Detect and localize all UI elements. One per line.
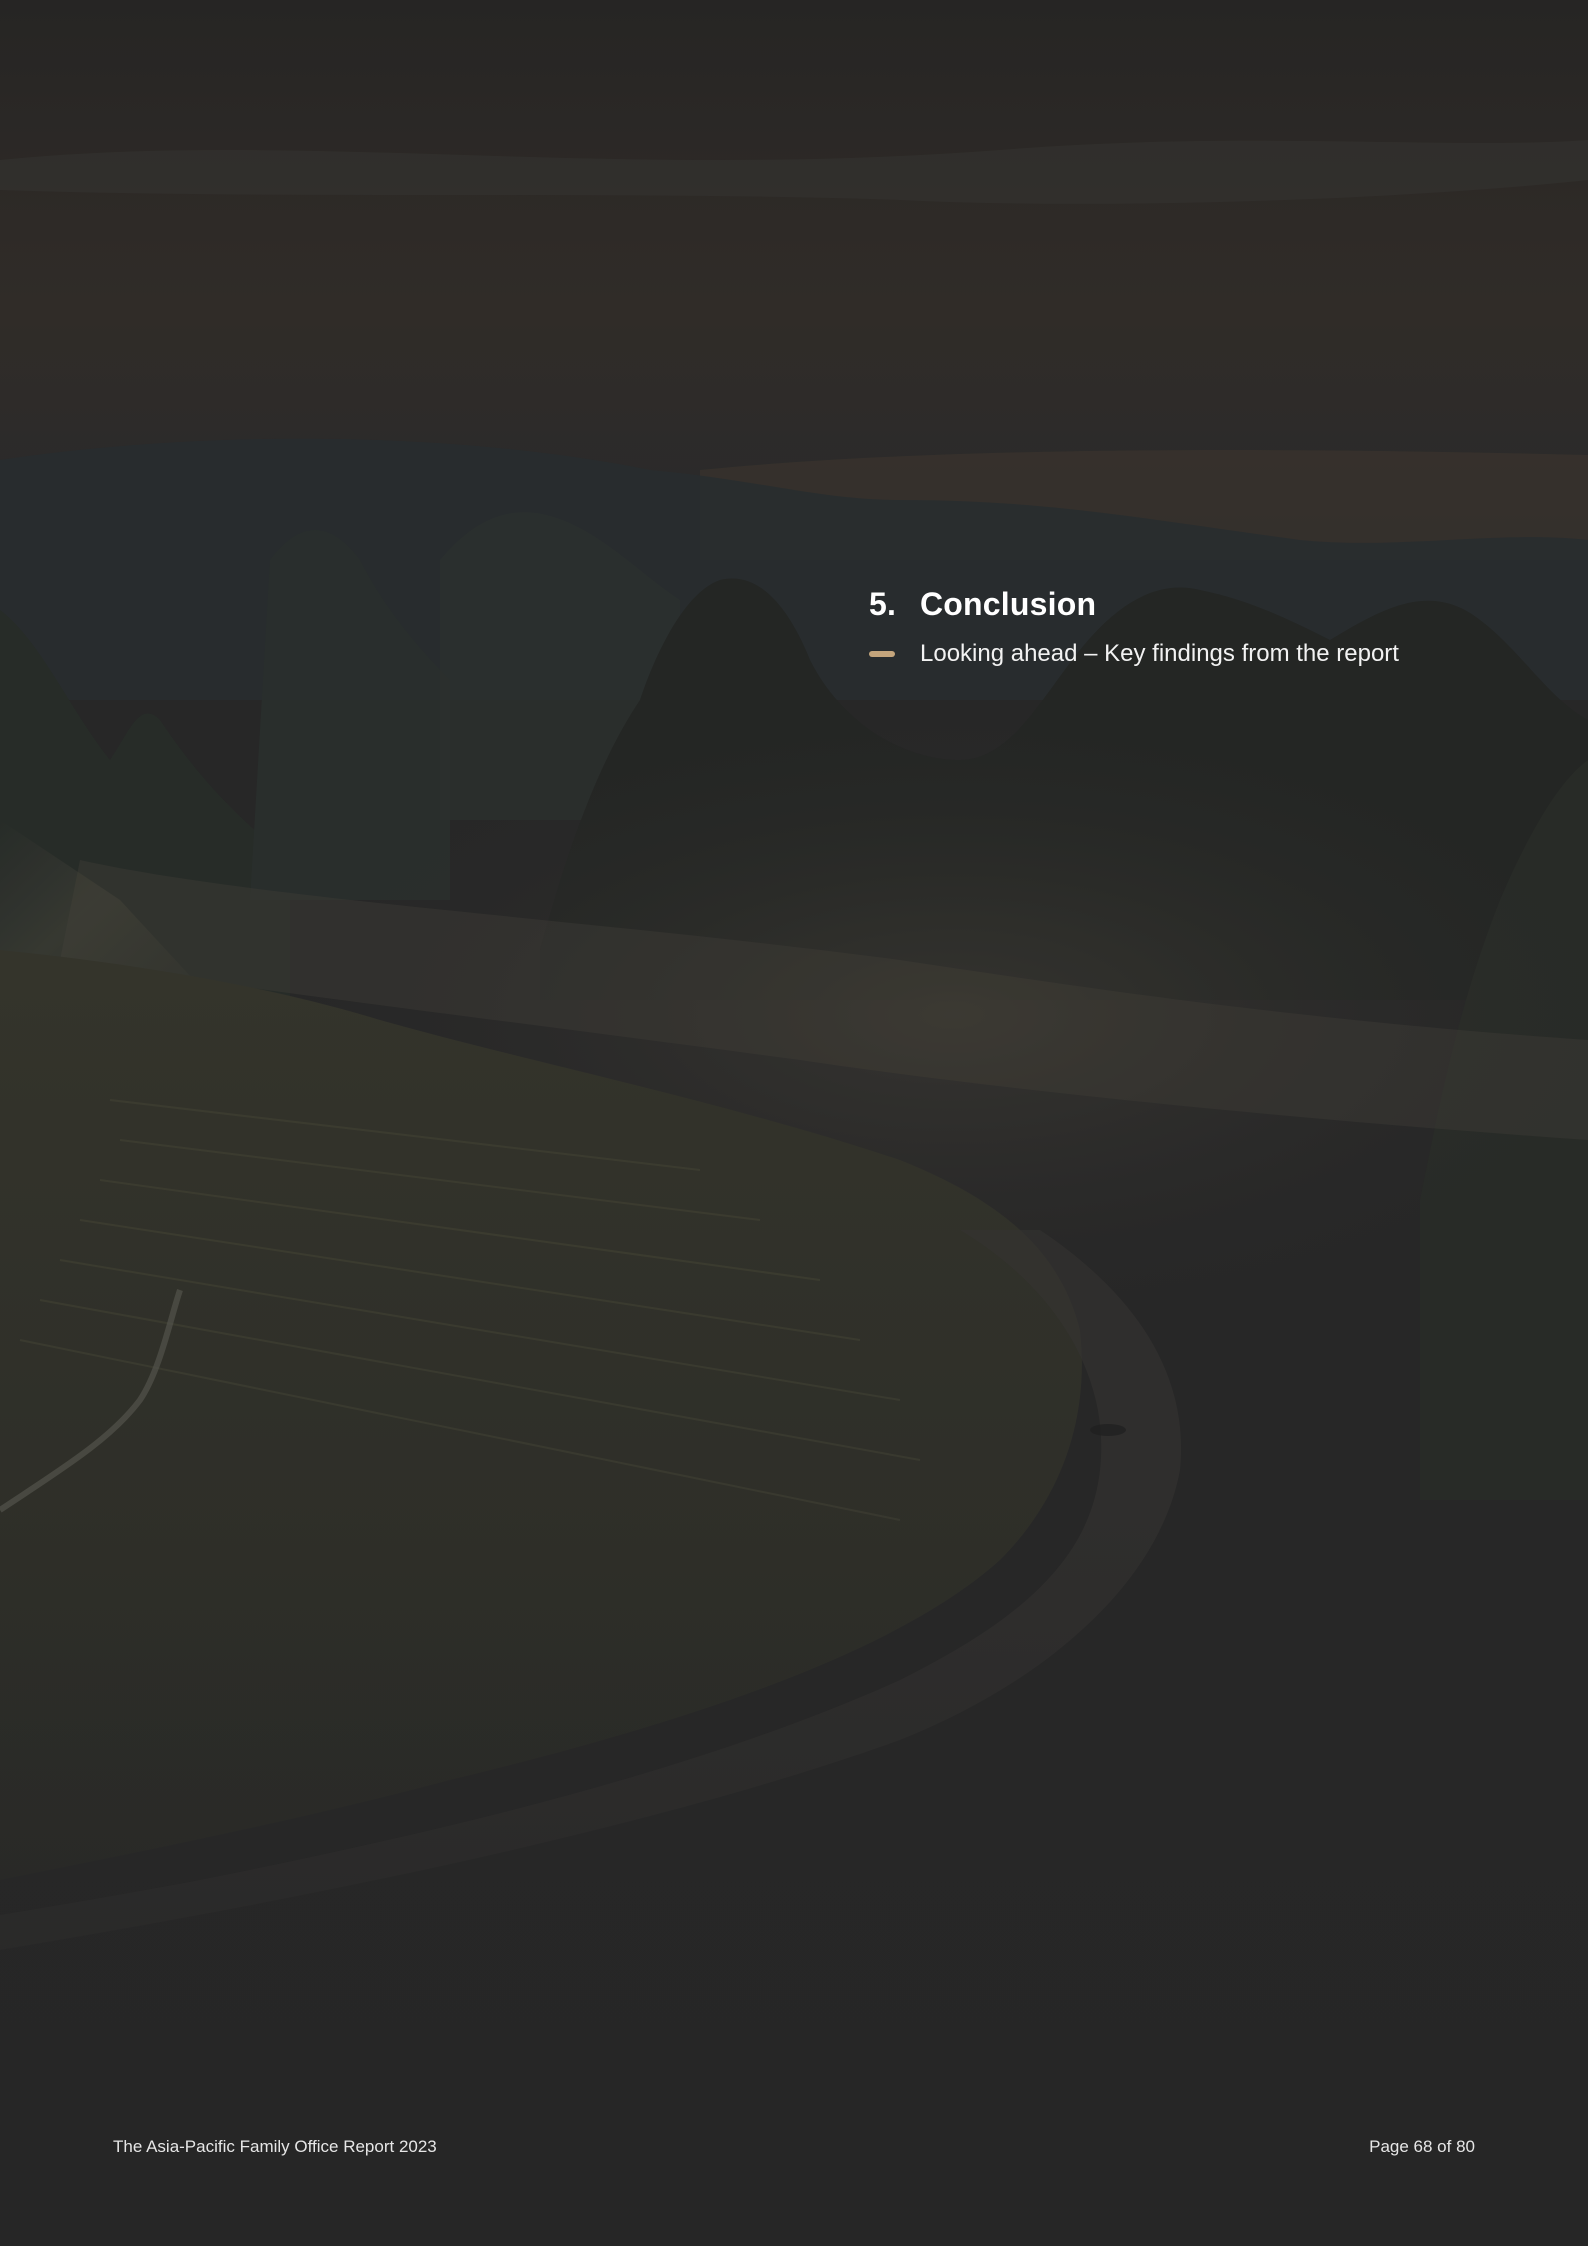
section-heading: 5. Conclusion <box>869 582 1529 626</box>
footer-page-number: Page 68 of 80 <box>1369 2137 1475 2156</box>
section-number: 5. <box>869 586 897 622</box>
section-title: Conclusion <box>920 586 1097 622</box>
section-heading-block: 5. Conclusion Looking ahead – Key findin… <box>869 582 1529 672</box>
landscape-background-image <box>0 0 1588 2246</box>
footer-report-title: The Asia-Pacific Family Office Report 20… <box>113 2137 437 2156</box>
accent-dash-icon <box>869 651 895 657</box>
section-subtitle-row: Looking ahead – Key findings from the re… <box>869 636 1529 672</box>
section-subtitle: Looking ahead – Key findings from the re… <box>920 640 1399 667</box>
document-page: 5. Conclusion Looking ahead – Key findin… <box>0 0 1588 2246</box>
